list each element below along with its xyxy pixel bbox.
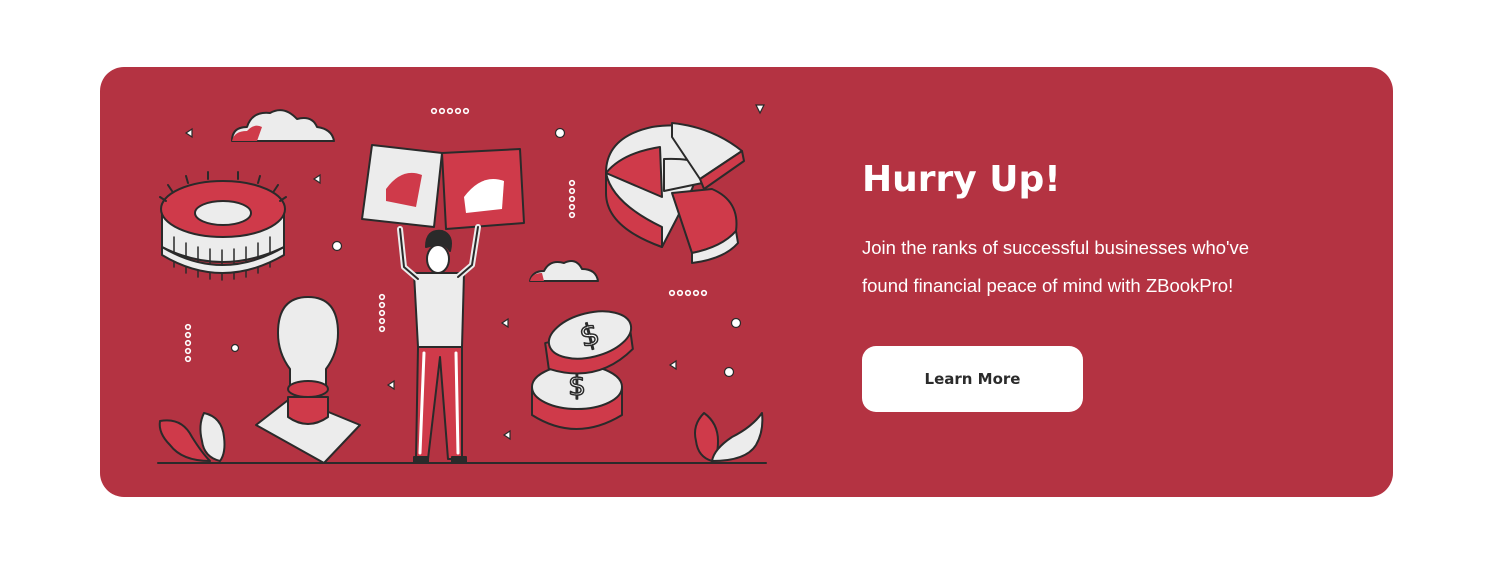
promo-banner: $ $ Hurry Up! Join the ranks of successf… xyxy=(100,67,1393,497)
plant-icon xyxy=(158,412,226,462)
gear-icon xyxy=(159,171,287,281)
banner-title: Hurry Up! xyxy=(862,159,1061,200)
pie-chart-icon xyxy=(605,122,745,264)
promo-illustration: $ $ xyxy=(157,104,767,464)
banner-description: Join the ranks of successful businesses … xyxy=(862,237,1250,296)
dollar-coin-icon: $ $ xyxy=(531,310,634,430)
logo-box-icon xyxy=(441,148,525,230)
cloud-icon xyxy=(231,109,335,142)
person-holding-boxes-icon xyxy=(397,224,481,464)
learn-more-button[interactable]: Learn More xyxy=(862,346,1083,412)
banner-content: Hurry Up! Join the ranks of successful b… xyxy=(862,155,1302,305)
cloud-icon xyxy=(529,260,599,282)
logo-box-icon xyxy=(361,144,443,228)
lightbulb-icon xyxy=(255,296,361,464)
plant-icon xyxy=(694,412,764,462)
